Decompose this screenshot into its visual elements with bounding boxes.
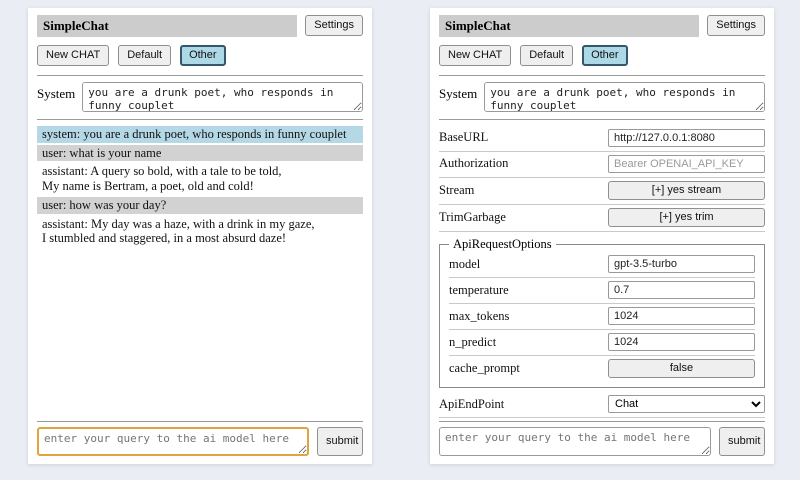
setting-row-n_predict: n_predict [449, 330, 755, 356]
divider [37, 75, 363, 76]
session-tab-other[interactable]: Other [582, 45, 628, 66]
setting-label: n_predict [449, 335, 608, 350]
setting-button-TrimGarbage[interactable]: [+] yes trim [608, 208, 765, 227]
setting-label: model [449, 257, 608, 272]
setting-row-Stream: Stream[+] yes stream [439, 178, 765, 205]
header-row: SimpleChat Settings [439, 15, 765, 37]
chat-message-system: system: you are a drunk poet, who respon… [37, 126, 363, 143]
new-chat-button[interactable]: New CHAT [37, 45, 109, 66]
settings-rows-fieldset: model temperature max_tokens n_predictcache… [449, 252, 755, 382]
divider [37, 421, 363, 422]
session-row: New CHAT Default Other [37, 45, 363, 66]
session-tab-other[interactable]: Other [180, 45, 226, 66]
session-row: New CHAT Default Other [439, 45, 765, 66]
settings-rows-bottom: ApiEndPointChatChatHistoryInCtxtLast1Com… [439, 392, 765, 421]
chat-panel: SimpleChat Settings New CHAT Default Oth… [28, 8, 372, 464]
setting-label: BaseURL [439, 130, 608, 145]
setting-button-cache_prompt[interactable]: false [608, 359, 755, 378]
divider [439, 421, 765, 422]
system-row: System you are a drunk poet, who respond… [37, 82, 363, 112]
setting-input-temperature[interactable] [608, 281, 755, 299]
setting-label: max_tokens [449, 309, 608, 324]
setting-input-max_tokens[interactable] [608, 307, 755, 325]
setting-row-TrimGarbage: TrimGarbage[+] yes trim [439, 205, 765, 232]
setting-select-ApiEndPoint[interactable]: Chat [608, 395, 765, 413]
chat-message-user: user: what is your name [37, 145, 363, 162]
setting-input-model[interactable] [608, 255, 755, 273]
query-input[interactable] [37, 427, 309, 456]
query-input[interactable] [439, 427, 711, 456]
setting-row-max_tokens: max_tokens [449, 304, 755, 330]
setting-button-Stream[interactable]: [+] yes stream [608, 181, 765, 200]
settings-button[interactable]: Settings [707, 15, 765, 36]
chat-messages: system: you are a drunk poet, who respon… [37, 126, 363, 421]
query-row: submit [439, 427, 765, 456]
setting-row-cache_prompt: cache_promptfalse [449, 356, 755, 382]
session-tab-default[interactable]: Default [520, 45, 573, 66]
setting-label: Authorization [439, 156, 608, 171]
query-row: submit [37, 427, 363, 456]
header-row: SimpleChat Settings [37, 15, 363, 37]
setting-input-n_predict[interactable] [608, 333, 755, 351]
divider [439, 75, 765, 76]
setting-row-Authorization: Authorization [439, 152, 765, 178]
system-prompt-input[interactable]: you are a drunk poet, who responds in fu… [484, 82, 765, 112]
setting-label: Stream [439, 183, 608, 198]
settings-rows-top: BaseURL Authorization Stream[+] yes stream… [439, 126, 765, 232]
settings-panel: SimpleChat Settings New CHAT Default Oth… [430, 8, 774, 464]
setting-input-Authorization[interactable] [608, 155, 765, 173]
setting-row-temperature: temperature [449, 278, 755, 304]
setting-label: ApiEndPoint [439, 397, 608, 412]
submit-button[interactable]: submit [317, 427, 363, 456]
divider [37, 119, 363, 120]
setting-label: temperature [449, 283, 608, 298]
settings-button[interactable]: Settings [305, 15, 363, 36]
setting-row-BaseURL: BaseURL [439, 126, 765, 152]
api-request-options-legend: ApiRequestOptions [449, 237, 556, 252]
chat-message-assistant: assistant: A query so bold, with a tale … [37, 163, 363, 195]
divider [439, 119, 765, 120]
api-request-options-fieldset: ApiRequestOptions model temperature max_to… [439, 237, 765, 388]
setting-input-BaseURL[interactable] [608, 129, 765, 147]
app-title: SimpleChat [37, 15, 297, 37]
setting-label: cache_prompt [449, 361, 608, 376]
submit-button[interactable]: submit [719, 427, 765, 456]
setting-label: TrimGarbage [439, 210, 608, 225]
system-prompt-input[interactable]: you are a drunk poet, who responds in fu… [82, 82, 363, 112]
chat-message-user: user: how was your day? [37, 197, 363, 214]
chat-message-assistant: assistant: My day was a haze, with a dri… [37, 216, 363, 248]
session-tab-default[interactable]: Default [118, 45, 171, 66]
system-label: System [439, 82, 477, 102]
settings-list: BaseURL Authorization Stream[+] yes stream… [439, 126, 765, 421]
setting-row-model: model [449, 252, 755, 278]
new-chat-button[interactable]: New CHAT [439, 45, 511, 66]
system-label: System [37, 82, 75, 102]
app-title: SimpleChat [439, 15, 699, 37]
setting-row-ApiEndPoint: ApiEndPointChat [439, 392, 765, 418]
system-row: System you are a drunk poet, who respond… [439, 82, 765, 112]
